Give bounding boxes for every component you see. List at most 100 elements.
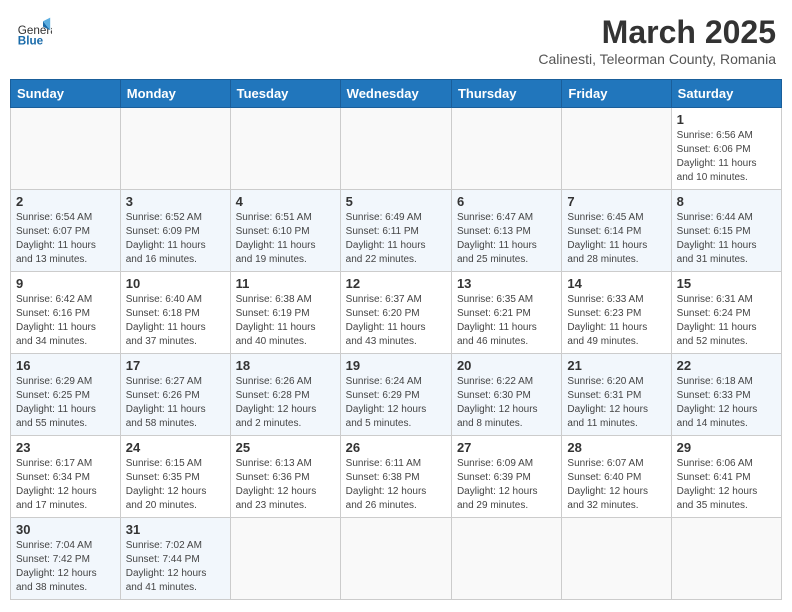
day-number: 10 — [126, 276, 225, 291]
day-number: 25 — [236, 440, 335, 455]
day-number: 19 — [346, 358, 446, 373]
calendar-cell — [11, 108, 121, 190]
day-number: 14 — [567, 276, 665, 291]
location-title: Calinesti, Teleorman County, Romania — [538, 51, 776, 67]
day-info: Sunrise: 6:06 AM Sunset: 6:41 PM Dayligh… — [677, 457, 776, 513]
day-info: Sunrise: 6:15 AM Sunset: 6:35 PM Dayligh… — [126, 457, 225, 513]
calendar-cell: 31Sunrise: 7:02 AM Sunset: 7:44 PM Dayli… — [120, 518, 230, 600]
calendar-cell: 13Sunrise: 6:35 AM Sunset: 6:21 PM Dayli… — [451, 272, 561, 354]
column-header-monday: Monday — [120, 80, 230, 108]
day-info: Sunrise: 6:38 AM Sunset: 6:19 PM Dayligh… — [236, 293, 335, 349]
calendar-week-4: 16 Sunrise: 6:29 AM Sunset: 6:25 PM Dayli… — [11, 354, 782, 436]
calendar-cell — [340, 108, 451, 190]
calendar-cell — [451, 108, 561, 190]
day-info: Sunrise: 6:20 AM Sunset: 6:31 PM Dayligh… — [567, 375, 665, 431]
calendar-cell: 12Sunrise: 6:37 AM Sunset: 6:20 PM Dayli… — [340, 272, 451, 354]
day-info: Sunrise: 6:49 AM Sunset: 6:11 PM Dayligh… — [346, 211, 446, 267]
calendar-week-1: 1 Sunrise: 6:56 AM Sunset: 6:06 PM Daylig… — [11, 108, 782, 190]
title-area: March 2025 Calinesti, Teleorman County, … — [538, 14, 776, 67]
day-number: 24 — [126, 440, 225, 455]
day-info: Sunrise: 6:26 AM Sunset: 6:28 PM Dayligh… — [236, 375, 335, 431]
calendar-cell — [120, 108, 230, 190]
calendar-week-2: 2 Sunrise: 6:54 AM Sunset: 6:07 PM Daylig… — [11, 190, 782, 272]
calendar-cell: 11 Sunrise: 6:38 AM Sunset: 6:19 PM Dayli… — [230, 272, 340, 354]
day-info: Sunrise: 6:09 AM Sunset: 6:39 PM Dayligh… — [457, 457, 556, 513]
calendar-cell: 8 Sunrise: 6:44 AM Sunset: 6:15 PM Daylig… — [671, 190, 781, 272]
calendar-cell: 23Sunrise: 6:17 AM Sunset: 6:34 PM Dayli… — [11, 436, 121, 518]
calendar-cell: 9 Sunrise: 6:42 AM Sunset: 6:16 PM Daylig… — [11, 272, 121, 354]
day-number: 18 — [236, 358, 335, 373]
day-number: 20 — [457, 358, 556, 373]
calendar: SundayMondayTuesdayWednesdayThursdayFrid… — [10, 79, 782, 600]
day-number: 12 — [346, 276, 446, 291]
day-number: 5 — [346, 194, 446, 209]
day-number: 15 — [677, 276, 776, 291]
calendar-cell: 30Sunrise: 7:04 AM Sunset: 7:42 PM Dayli… — [11, 518, 121, 600]
day-number: 21 — [567, 358, 665, 373]
calendar-cell: 25 Sunrise: 6:13 AM Sunset: 6:36 PM Dayli… — [230, 436, 340, 518]
day-info: Sunrise: 6:07 AM Sunset: 6:40 PM Dayligh… — [567, 457, 665, 513]
day-info: Sunrise: 6:18 AM Sunset: 6:33 PM Dayligh… — [677, 375, 776, 431]
calendar-cell: 24 Sunrise: 6:15 AM Sunset: 6:35 PM Dayli… — [120, 436, 230, 518]
calendar-cell: 6Sunrise: 6:47 AM Sunset: 6:13 PM Daylig… — [451, 190, 561, 272]
day-number: 29 — [677, 440, 776, 455]
logo-icon: General Blue — [16, 14, 52, 50]
day-info: Sunrise: 6:45 AM Sunset: 6:14 PM Dayligh… — [567, 211, 665, 267]
calendar-cell — [451, 518, 561, 600]
calendar-cell: 1 Sunrise: 6:56 AM Sunset: 6:06 PM Daylig… — [671, 108, 781, 190]
day-number: 16 — [16, 358, 115, 373]
calendar-cell — [230, 518, 340, 600]
day-info: Sunrise: 6:54 AM Sunset: 6:07 PM Dayligh… — [16, 211, 115, 267]
column-header-wednesday: Wednesday — [340, 80, 451, 108]
day-info: Sunrise: 6:13 AM Sunset: 6:36 PM Dayligh… — [236, 457, 335, 513]
day-info: Sunrise: 6:24 AM Sunset: 6:29 PM Dayligh… — [346, 375, 446, 431]
day-info: Sunrise: 6:31 AM Sunset: 6:24 PM Dayligh… — [677, 293, 776, 349]
calendar-cell: 16 Sunrise: 6:29 AM Sunset: 6:25 PM Dayli… — [11, 354, 121, 436]
header: General Blue March 2025 Calinesti, Teleo… — [10, 10, 782, 71]
calendar-cell: 28 Sunrise: 6:07 AM Sunset: 6:40 PM Dayli… — [562, 436, 671, 518]
day-info: Sunrise: 6:29 AM Sunset: 6:25 PM Dayligh… — [16, 375, 115, 431]
day-number: 13 — [457, 276, 556, 291]
calendar-week-5: 23Sunrise: 6:17 AM Sunset: 6:34 PM Dayli… — [11, 436, 782, 518]
day-number: 1 — [677, 112, 776, 127]
calendar-week-6: 30Sunrise: 7:04 AM Sunset: 7:42 PM Dayli… — [11, 518, 782, 600]
day-number: 7 — [567, 194, 665, 209]
day-info: Sunrise: 6:33 AM Sunset: 6:23 PM Dayligh… — [567, 293, 665, 349]
calendar-cell: 3 Sunrise: 6:52 AM Sunset: 6:09 PM Daylig… — [120, 190, 230, 272]
day-number: 31 — [126, 522, 225, 537]
day-info: Sunrise: 6:56 AM Sunset: 6:06 PM Dayligh… — [677, 129, 776, 185]
calendar-cell: 26Sunrise: 6:11 AM Sunset: 6:38 PM Dayli… — [340, 436, 451, 518]
calendar-cell: 27 Sunrise: 6:09 AM Sunset: 6:39 PM Dayli… — [451, 436, 561, 518]
day-number: 3 — [126, 194, 225, 209]
calendar-cell — [671, 518, 781, 600]
day-info: Sunrise: 6:44 AM Sunset: 6:15 PM Dayligh… — [677, 211, 776, 267]
column-header-thursday: Thursday — [451, 80, 561, 108]
calendar-cell: 15 Sunrise: 6:31 AM Sunset: 6:24 PM Dayli… — [671, 272, 781, 354]
day-number: 27 — [457, 440, 556, 455]
day-number: 28 — [567, 440, 665, 455]
day-info: Sunrise: 6:22 AM Sunset: 6:30 PM Dayligh… — [457, 375, 556, 431]
day-info: Sunrise: 6:51 AM Sunset: 6:10 PM Dayligh… — [236, 211, 335, 267]
calendar-cell — [230, 108, 340, 190]
day-info: Sunrise: 6:52 AM Sunset: 6:09 PM Dayligh… — [126, 211, 225, 267]
day-number: 2 — [16, 194, 115, 209]
logo: General Blue — [16, 14, 52, 50]
day-info: Sunrise: 6:40 AM Sunset: 6:18 PM Dayligh… — [126, 293, 225, 349]
day-number: 9 — [16, 276, 115, 291]
svg-text:Blue: Blue — [18, 35, 44, 48]
day-info: Sunrise: 7:04 AM Sunset: 7:42 PM Dayligh… — [16, 539, 115, 595]
calendar-cell: 17Sunrise: 6:27 AM Sunset: 6:26 PM Dayli… — [120, 354, 230, 436]
calendar-cell: 18 Sunrise: 6:26 AM Sunset: 6:28 PM Dayli… — [230, 354, 340, 436]
calendar-week-3: 9 Sunrise: 6:42 AM Sunset: 6:16 PM Daylig… — [11, 272, 782, 354]
calendar-cell — [562, 108, 671, 190]
calendar-cell — [340, 518, 451, 600]
day-info: Sunrise: 6:42 AM Sunset: 6:16 PM Dayligh… — [16, 293, 115, 349]
calendar-cell — [562, 518, 671, 600]
month-title: March 2025 — [538, 14, 776, 51]
day-number: 8 — [677, 194, 776, 209]
day-number: 11 — [236, 276, 335, 291]
calendar-cell: 2 Sunrise: 6:54 AM Sunset: 6:07 PM Daylig… — [11, 190, 121, 272]
day-number: 4 — [236, 194, 335, 209]
calendar-cell: 5 Sunrise: 6:49 AM Sunset: 6:11 PM Daylig… — [340, 190, 451, 272]
day-number: 26 — [346, 440, 446, 455]
